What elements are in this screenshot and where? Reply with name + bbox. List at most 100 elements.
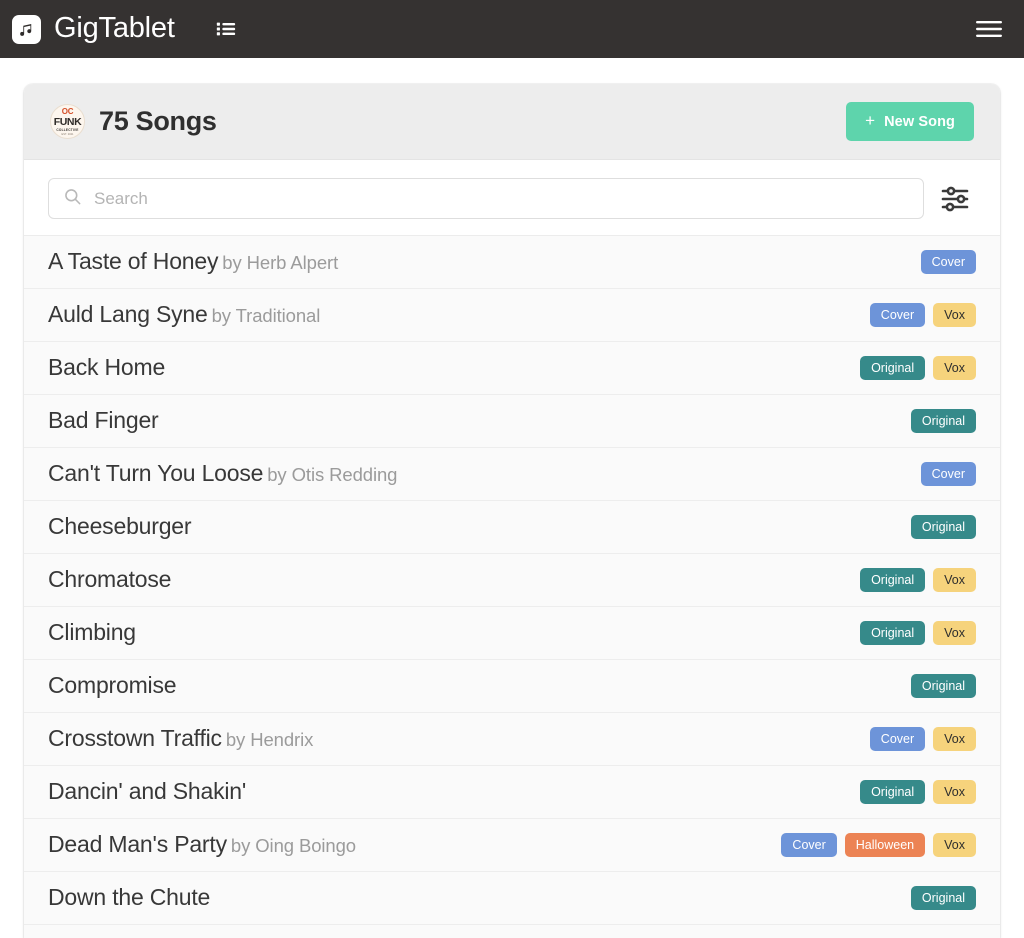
song-tag-group: Cover: [920, 461, 976, 487]
song-tag-group: Original Vox: [860, 355, 976, 381]
song-tag-group: Original Vox: [860, 567, 976, 593]
song-tag-group: Original: [910, 673, 976, 699]
song-row[interactable]: Climbing Original Vox: [24, 607, 1000, 660]
song-title: Down the Chute: [48, 885, 211, 911]
song-text: Can't Turn You Loose by Otis Redding: [48, 461, 907, 486]
song-text: Auld Lang Syne by Traditional: [48, 302, 856, 327]
tag-badge-original: Original: [860, 567, 926, 593]
song-title: Dead Man's Party: [48, 832, 227, 858]
song-artist: by Oing Boingo: [230, 835, 356, 857]
song-title: Chromatose: [48, 567, 172, 593]
song-row[interactable]: A Taste of Honey by Herb Alpert Cover: [24, 236, 1000, 289]
song-text: A Taste of Honey by Herb Alpert: [48, 249, 907, 274]
song-text: Crosstown Traffic by Hendrix: [48, 726, 856, 751]
tag-badge-cover: Cover: [920, 461, 976, 487]
tag-badge-original: Original: [860, 620, 926, 646]
search-icon: [63, 187, 82, 211]
list-icon[interactable]: [209, 12, 243, 46]
song-row[interactable]: Crosstown Traffic by Hendrix Cover Vox: [24, 713, 1000, 766]
tag-badge-vox: Vox: [933, 779, 976, 805]
band-logo-line1: OC: [61, 107, 74, 117]
brand[interactable]: GigTablet: [12, 11, 175, 45]
song-row[interactable]: Back Home Original Vox: [24, 342, 1000, 395]
song-title: Auld Lang Syne: [48, 302, 208, 328]
song-title: Climbing: [48, 620, 136, 646]
new-song-button[interactable]: + New Song: [846, 102, 974, 141]
song-title: Dancin' and Shakin': [48, 779, 247, 805]
song-title: Compromise: [48, 673, 177, 699]
song-text: Climbing: [48, 620, 846, 645]
song-title: Cheeseburger: [48, 514, 192, 540]
band-logo-line4: EST. 2021: [61, 133, 74, 137]
band-logo-line3: COLLECTIVE: [56, 127, 79, 132]
song-text: Dancin' and Shakin': [48, 779, 846, 804]
song-title: A Taste of Honey: [48, 249, 219, 275]
song-text: Down the Chute: [48, 885, 897, 910]
song-row[interactable]: Chromatose Original Vox: [24, 554, 1000, 607]
brand-title: GigTablet: [54, 11, 175, 44]
sliders-filter-icon[interactable]: [938, 181, 974, 217]
song-text: Back Home: [48, 355, 846, 380]
song-row[interactable]: Auld Lang Syne by Traditional Cover Vox: [24, 289, 1000, 342]
search-field-wrapper[interactable]: [48, 178, 924, 219]
song-tag-group: Original Vox: [860, 779, 976, 805]
song-tag-group: Original: [910, 885, 976, 911]
song-title: Crosstown Traffic: [48, 726, 222, 752]
page-title: 75 Songs: [99, 106, 217, 136]
song-tag-group: Original Vox: [860, 620, 976, 646]
song-artist: by Hendrix: [225, 729, 314, 751]
song-artist: by Traditional: [211, 305, 321, 327]
tag-badge-vox: Vox: [933, 620, 976, 646]
songs-card: OC FUNK COLLECTIVE EST. 2021 75 Songs + …: [24, 84, 1000, 938]
song-text: Cheeseburger: [48, 514, 897, 539]
tag-badge-vox: Vox: [933, 302, 976, 328]
tag-badge-vox: Vox: [933, 832, 976, 858]
tag-badge-cover: Cover: [869, 726, 926, 752]
song-tag-group: Original: [910, 514, 976, 540]
tag-badge-original: Original: [910, 408, 976, 434]
tag-badge-cover: Cover: [920, 249, 976, 275]
song-artist: by Herb Alpert: [222, 252, 339, 274]
song-title: Can't Turn You Loose: [48, 461, 264, 487]
music-note-icon: [12, 14, 41, 44]
song-text: Compromise: [48, 673, 897, 698]
tag-badge-vox: Vox: [933, 726, 976, 752]
tag-badge-original: Original: [910, 673, 976, 699]
song-row[interactable]: Cheeseburger Original: [24, 501, 1000, 554]
song-text: Bad Finger: [48, 408, 897, 433]
song-tag-group: Original: [910, 408, 976, 434]
new-song-button-label: New Song: [884, 113, 955, 130]
song-text: Dead Man's Party by Oing Boingo: [48, 832, 767, 857]
tag-badge-cover: Cover: [869, 302, 926, 328]
song-tag-group: Cover: [920, 249, 976, 275]
song-list: A Taste of Honey by Herb Alpert Cover Auld …: [24, 236, 1000, 938]
tag-badge-original: Original: [910, 885, 976, 911]
tag-badge-original: Original: [910, 514, 976, 540]
hamburger-menu-icon[interactable]: [972, 11, 1006, 47]
song-artist: by Otis Redding: [267, 464, 398, 486]
song-row[interactable]: Compromise Original: [24, 660, 1000, 713]
tag-badge-original: Original: [860, 355, 926, 381]
band-logo-line2: FUNK: [53, 116, 82, 129]
song-row[interactable]: Bad Finger Original: [24, 395, 1000, 448]
song-tag-group: Cover Vox: [869, 302, 976, 328]
app-bar: GigTablet: [0, 0, 1024, 58]
song-text: Chromatose: [48, 567, 846, 592]
tag-badge-cover: Cover: [781, 832, 837, 858]
song-row[interactable]: Can't Turn You Loose by Otis Redding Cover: [24, 448, 1000, 501]
song-row[interactable]: Down the Chute Original: [24, 872, 1000, 925]
song-title: Back Home: [48, 355, 166, 381]
song-tag-group: Cover Vox: [869, 726, 976, 752]
search-input[interactable]: [94, 188, 909, 209]
plus-icon: +: [865, 111, 876, 130]
tag-badge-vox: Vox: [933, 355, 976, 381]
song-row[interactable]: Dancin' and Shakin' Original Vox: [24, 766, 1000, 819]
page-body: OC FUNK COLLECTIVE EST. 2021 75 Songs + …: [0, 58, 1024, 938]
card-header: OC FUNK COLLECTIVE EST. 2021 75 Songs + …: [24, 84, 1000, 160]
search-row: [24, 160, 1000, 236]
song-tag-group: Cover Halloween Vox: [781, 832, 976, 858]
tag-badge-vox: Vox: [933, 567, 976, 593]
band-logo-badge: OC FUNK COLLECTIVE EST. 2021: [50, 104, 85, 139]
song-row[interactable]: Dead Man's Party by Oing Boingo Cover Hallo…: [24, 819, 1000, 872]
song-title: Bad Finger: [48, 408, 159, 434]
